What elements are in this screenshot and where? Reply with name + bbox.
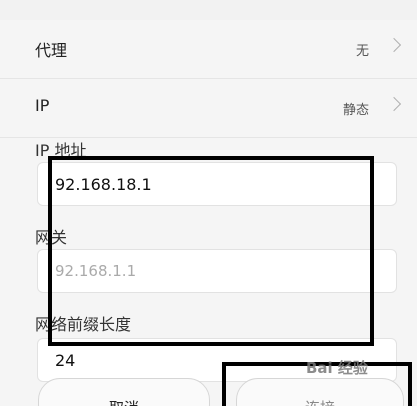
ip-settings-value: 静态 — [342, 103, 369, 118]
wifi-static-ip-settings-screen: 代理 无 IP 静态 IP 地址 92.168.18.1 网关 92.168.1… — [0, 0, 417, 406]
chevron-right-icon — [386, 37, 402, 53]
proxy-row[interactable]: 代理 无 — [0, 20, 417, 79]
proxy-label: 代理 — [35, 41, 68, 60]
cancel-button[interactable]: 取消 — [38, 378, 210, 406]
ip-settings-row[interactable]: IP 静态 — [0, 79, 417, 138]
ip-settings-label: IP — [35, 96, 50, 115]
highlight-annotation-box — [48, 156, 374, 346]
proxy-value: 无 — [355, 44, 369, 59]
previous-row-edge — [0, 0, 417, 21]
baidu-watermark: Bai 经验 — [306, 359, 368, 377]
chevron-right-icon — [386, 96, 402, 112]
